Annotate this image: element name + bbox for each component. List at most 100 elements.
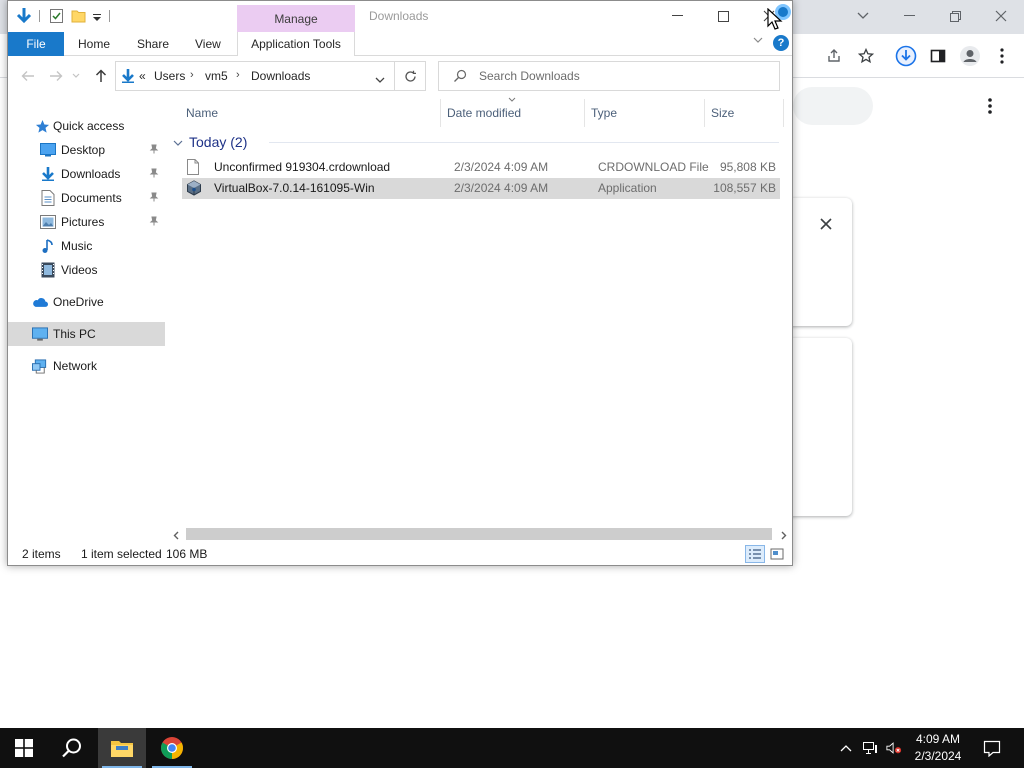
tab-share[interactable]: Share — [137, 32, 169, 56]
column-divider[interactable] — [704, 99, 705, 127]
column-divider[interactable] — [584, 99, 585, 127]
qat-customize-chevron-icon[interactable] — [92, 7, 104, 25]
properties-icon[interactable] — [48, 7, 66, 25]
file-size: 95,808 KB — [719, 160, 776, 174]
file-explorer-window: Manage Downloads File Home Share View Ap… — [7, 0, 793, 566]
share-icon[interactable] — [822, 44, 846, 68]
scroll-left-arrow-icon[interactable] — [169, 528, 183, 542]
nav-label: Music — [61, 239, 93, 253]
column-divider[interactable] — [440, 99, 441, 127]
explorer-titlebar: Manage Downloads — [8, 1, 792, 32]
file-date: 2/3/2024 4:09 AM — [454, 181, 549, 195]
group-collapse-chevron-icon[interactable] — [173, 134, 189, 150]
nav-item-quick-access[interactable]: Quick access — [8, 114, 165, 138]
address-dropdown-chevron-icon[interactable] — [375, 73, 385, 87]
show-hidden-icons-chevron-icon[interactable] — [838, 740, 854, 756]
search-icon — [62, 738, 81, 758]
maximize-button[interactable] — [700, 1, 746, 31]
group-label: Today (2) — [189, 134, 248, 150]
nav-item-pictures[interactable]: Pictures — [8, 210, 165, 234]
file-type: Application — [598, 181, 657, 195]
column-header-name[interactable]: Name — [186, 101, 218, 125]
file-row-virtualbox[interactable]: VirtualBox-7.0.14-161095-Win 2/3/2024 4:… — [182, 178, 780, 199]
address-separator-chevron-icon[interactable]: › — [190, 69, 194, 81]
downloads-location-icon — [120, 68, 136, 87]
system-clock[interactable]: 4:09 AM 2/3/2024 — [903, 731, 973, 765]
nav-item-downloads[interactable]: Downloads — [8, 162, 165, 186]
tab-manage-context[interactable]: Manage — [237, 5, 355, 32]
nav-item-this-pc[interactable]: This PC — [8, 322, 165, 346]
nav-item-videos[interactable]: Videos — [8, 258, 165, 282]
nav-label: Documents — [61, 191, 122, 205]
help-icon[interactable]: ? — [773, 35, 789, 51]
address-segment-vm5[interactable]: vm5 — [205, 69, 228, 83]
nav-label: Pictures — [61, 215, 105, 229]
desktop-icon — [40, 142, 56, 158]
downloads-icon[interactable] — [894, 44, 918, 68]
forward-arrow-icon[interactable] — [46, 66, 66, 86]
back-arrow-icon[interactable] — [18, 66, 38, 86]
nav-item-documents[interactable]: Documents — [8, 186, 165, 210]
column-header-type[interactable]: Type — [591, 101, 617, 125]
taskbar-search-button[interactable] — [48, 728, 96, 768]
volume-muted-icon[interactable] — [886, 740, 902, 756]
taskbar-file-explorer[interactable] — [98, 728, 146, 768]
pin-icon — [149, 216, 159, 229]
file-row-crdownload[interactable]: Unconfirmed 919304.crdownload 2/3/2024 4… — [182, 157, 780, 178]
file-list: Name Date modified Type Size Today (2) U… — [165, 95, 792, 535]
refresh-icon[interactable] — [395, 61, 426, 91]
side-panel-icon[interactable] — [926, 44, 950, 68]
new-folder-icon[interactable] — [70, 7, 88, 25]
browser-restore-button[interactable] — [932, 4, 978, 28]
downloads-icon — [40, 166, 56, 182]
minimize-button[interactable] — [654, 1, 700, 31]
mouse-cursor-icon — [767, 7, 783, 32]
card-close-icon[interactable] — [816, 214, 836, 234]
browser-menu-icon[interactable] — [990, 44, 1014, 68]
tab-view[interactable]: View — [195, 32, 221, 56]
search-input[interactable]: Search Downloads — [438, 61, 780, 91]
bookmark-star-icon[interactable] — [854, 44, 878, 68]
nav-item-music[interactable]: Music — [8, 234, 165, 258]
tab-search-chevron-icon[interactable] — [840, 4, 886, 28]
column-header-date-modified[interactable]: Date modified — [447, 101, 521, 125]
browser-close-button[interactable] — [978, 4, 1024, 28]
address-segment-downloads[interactable]: Downloads — [251, 69, 310, 83]
horizontal-scrollbar[interactable] — [165, 526, 792, 543]
pin-icon — [149, 144, 159, 157]
taskbar-chrome[interactable] — [148, 728, 196, 768]
tab-application-tools[interactable]: Application Tools — [237, 32, 355, 56]
up-arrow-icon[interactable] — [91, 66, 111, 86]
action-center-notification-icon[interactable] — [980, 736, 1004, 760]
large-icons-view-icon[interactable] — [767, 545, 787, 563]
window-title: Downloads — [369, 9, 429, 23]
scrollbar-thumb[interactable] — [186, 528, 772, 540]
star-icon — [34, 118, 50, 134]
tab-file[interactable]: File — [8, 32, 64, 56]
address-overflow[interactable]: « — [139, 69, 146, 83]
nav-item-onedrive[interactable]: OneDrive — [8, 290, 165, 314]
column-divider[interactable] — [783, 99, 784, 127]
virtualbox-cube-icon — [186, 180, 202, 196]
windows-logo-icon — [15, 739, 33, 757]
page-more-options-icon[interactable] — [978, 94, 1002, 118]
tab-home[interactable]: Home — [78, 32, 110, 56]
recent-locations-chevron-icon[interactable] — [70, 66, 82, 86]
address-bar[interactable]: « Users › vm5 › Downloads — [115, 61, 395, 91]
page-search-pill[interactable] — [793, 87, 873, 125]
nav-item-network[interactable]: Network — [8, 354, 165, 378]
start-button[interactable] — [0, 728, 48, 768]
nav-label: Downloads — [61, 167, 121, 181]
column-header-size[interactable]: Size — [711, 101, 734, 125]
profile-avatar-icon[interactable] — [958, 44, 982, 68]
nav-label: Desktop — [61, 143, 106, 157]
group-header-today[interactable]: Today (2) — [173, 132, 247, 152]
scroll-right-arrow-icon[interactable] — [777, 528, 791, 542]
browser-minimize-button[interactable] — [886, 4, 932, 28]
address-segment-users[interactable]: Users — [154, 69, 185, 83]
expand-ribbon-chevron-icon[interactable] — [753, 36, 763, 47]
details-view-icon[interactable] — [745, 545, 765, 563]
address-separator-chevron-icon[interactable]: › — [236, 69, 240, 81]
nav-item-desktop[interactable]: Desktop — [8, 138, 165, 162]
network-status-icon[interactable] — [862, 740, 878, 756]
